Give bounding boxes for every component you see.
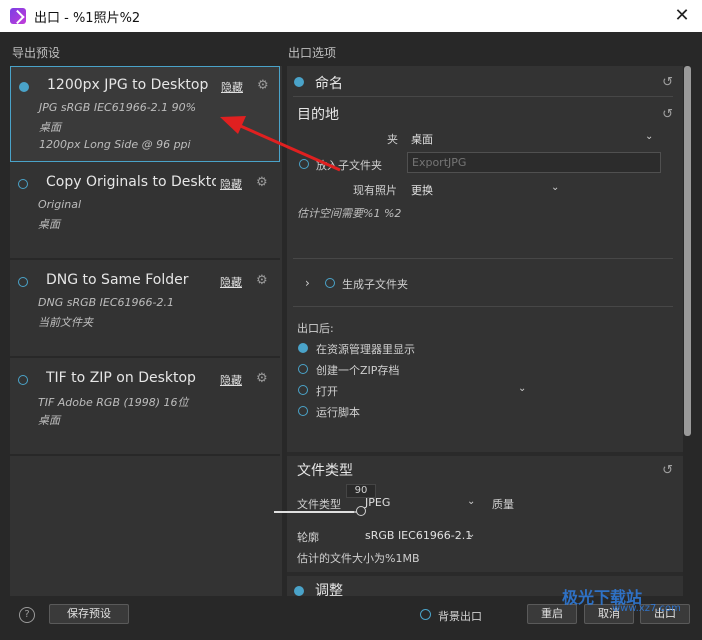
- annotation-arrow: [220, 116, 341, 172]
- watermark-url: www.xz7.com: [612, 603, 681, 614]
